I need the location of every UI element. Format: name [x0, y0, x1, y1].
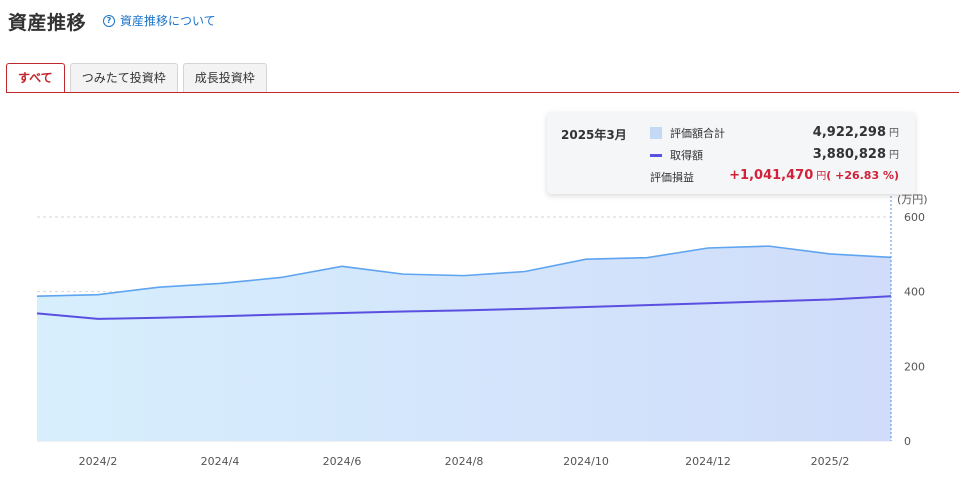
y-tick-label: 200: [904, 360, 925, 373]
y-tick-label: 400: [904, 286, 925, 299]
x-tick-label: 2024/10: [563, 455, 609, 468]
tooltip-acquisition-value: 3,880,828 円: [813, 146, 899, 162]
x-tick-label: 2024/8: [445, 455, 484, 468]
tooltip-gain-legend: 評価損益: [650, 169, 694, 185]
gain-unit: 円: [816, 171, 827, 182]
tooltip-valuation-value: 4,922,298 円: [813, 124, 899, 140]
tooltip-valuation-label: 評価額合計: [670, 127, 725, 140]
valuation-swatch: [650, 127, 662, 139]
valuation-amount: 4,922,298: [812, 125, 886, 140]
asset-chart[interactable]: 0 200 400 600 (万円) 2024/2 2024/4 2024/6 2024/8 20…: [0, 0, 960, 500]
gain-amount: +1,041,470: [729, 168, 814, 183]
y-axis-unit: (万円): [897, 193, 928, 206]
y-tick-label: 0: [904, 435, 911, 448]
acquisition-unit: 円: [889, 150, 899, 161]
x-tick-label: 2024/6: [323, 455, 362, 468]
valuation-unit: 円: [889, 128, 899, 139]
tooltip-gain-label: 評価損益: [650, 171, 694, 184]
tooltip-gain-value: +1,041,470 円( +26.83 %): [729, 167, 899, 183]
x-tick-label: 2024/4: [201, 455, 240, 468]
x-tick-label: 2025/2: [811, 455, 850, 468]
x-tick-label: 2024/2: [79, 455, 118, 468]
tooltip-acquisition-label: 取得額: [670, 149, 703, 162]
acquisition-amount: 3,880,828: [812, 147, 886, 162]
tooltip-date: 2025年3月: [561, 128, 627, 142]
chart-tooltip: 2025年3月 評価額合計 4,922,298 円 取得額 3,880,828 円 …: [547, 112, 915, 194]
tooltip-valuation-legend: 評価額合計: [650, 125, 725, 141]
tooltip-acquisition-legend: 取得額: [650, 147, 703, 163]
y-tick-label: 600: [904, 211, 925, 224]
gain-percent: ( +26.83 %): [826, 169, 899, 182]
x-tick-label: 2024/12: [685, 455, 731, 468]
acquisition-swatch: [650, 153, 662, 157]
